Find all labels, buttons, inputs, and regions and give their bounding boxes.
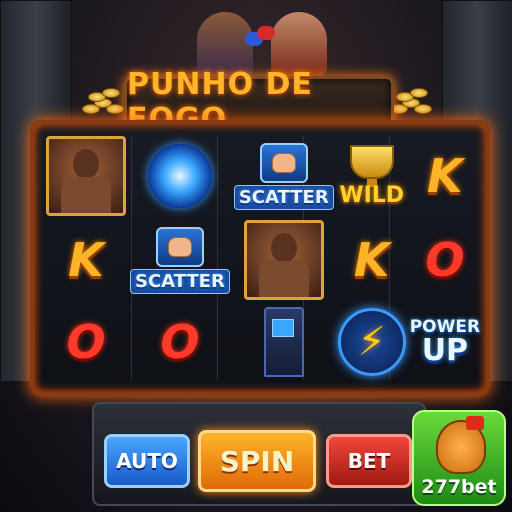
bolt-symbol: ⚡ bbox=[337, 308, 406, 376]
spin-button[interactable]: SPIN bbox=[198, 430, 316, 492]
blue-vortex-icon bbox=[147, 144, 212, 208]
letter-symbol-k: K bbox=[353, 233, 390, 287]
reel-cell bbox=[46, 136, 126, 216]
letter-symbol-o: O bbox=[66, 315, 106, 369]
reel-cell: O bbox=[130, 304, 230, 380]
reel-cell: K bbox=[338, 220, 406, 300]
reel-cell bbox=[130, 136, 230, 216]
letter-symbol-o: O bbox=[160, 315, 200, 369]
scatter-label: SCATTER bbox=[130, 268, 230, 294]
boxers-illustration bbox=[175, 6, 345, 76]
reel-cell: WILD bbox=[338, 136, 406, 216]
scatter-symbol: SCATTER bbox=[233, 142, 334, 210]
reel-cell: POWER UP bbox=[410, 304, 480, 380]
wild-symbol: WILD bbox=[339, 144, 405, 208]
power-up-symbol: POWER UP bbox=[410, 318, 480, 368]
bet-button[interactable]: BET bbox=[326, 434, 412, 488]
scatter-symbol: SCATTER bbox=[130, 226, 230, 294]
letter-symbol-o: O bbox=[425, 233, 465, 287]
fist-icon bbox=[259, 142, 308, 183]
scatter-label: SCATTER bbox=[233, 184, 334, 210]
reel-cell: O bbox=[410, 220, 480, 300]
reel-cell: K bbox=[46, 220, 126, 300]
lightning-bolt-icon: ⚡ bbox=[357, 319, 386, 365]
coin-pile-left bbox=[80, 84, 124, 118]
arcade-cabinet-icon bbox=[263, 307, 304, 377]
auto-button[interactable]: AUTO bbox=[104, 434, 190, 488]
reel-cell bbox=[234, 220, 334, 300]
trophy-icon bbox=[349, 144, 394, 179]
reel-grid: SCATTER WILD K K SCATTER K O O O ⚡ POWER UP bbox=[46, 136, 480, 380]
coin-pile-right bbox=[388, 84, 432, 118]
reel-cell bbox=[234, 304, 334, 380]
control-panel: AUTO SPIN BET bbox=[92, 402, 426, 506]
reels-frame: SCATTER WILD K K SCATTER K O O O ⚡ POWER UP bbox=[30, 120, 490, 396]
reel-cell: K bbox=[410, 136, 480, 216]
brand-name: 277bet bbox=[421, 476, 497, 498]
power-up-label-bottom: UP bbox=[421, 332, 469, 368]
letter-symbol-k: K bbox=[427, 149, 463, 203]
mascot-hat-icon bbox=[466, 416, 484, 430]
fighter-portrait-icon bbox=[243, 220, 324, 300]
fist-icon bbox=[155, 226, 204, 267]
reel-cell: SCATTER bbox=[130, 220, 230, 300]
reel-cell: SCATTER bbox=[233, 136, 334, 216]
reel-cell: ⚡ bbox=[337, 304, 406, 380]
letter-symbol-k: K bbox=[68, 233, 104, 287]
red-glove-icon bbox=[257, 26, 275, 40]
brand-badge[interactable]: 277bet bbox=[412, 410, 506, 506]
wild-label: WILD bbox=[339, 182, 405, 208]
fighter-portrait-icon bbox=[46, 136, 126, 216]
reel-cell: O bbox=[46, 304, 126, 380]
